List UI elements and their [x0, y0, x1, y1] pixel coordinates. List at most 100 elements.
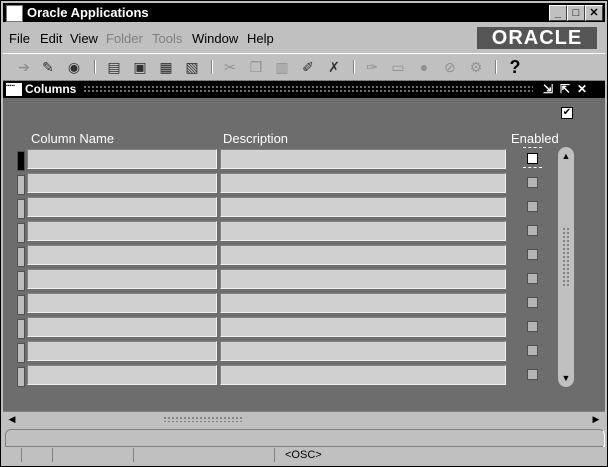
menu-file[interactable]: File	[9, 31, 30, 46]
print-preview-icon[interactable]: ▣	[131, 58, 149, 76]
form-icon: ▪▪▪▪▪	[6, 83, 22, 96]
scroll-right-icon[interactable]: ▶	[589, 412, 603, 426]
copy-icon[interactable]: ❐	[247, 58, 265, 76]
columns-form: ▪▪▪▪▪ Columns ⇲ ⇱ ✕ ✔ Column Name Descri…	[3, 81, 605, 411]
scroll-up-icon[interactable]: ▲	[558, 149, 574, 163]
form-minimize-icon[interactable]: ⇲	[541, 82, 555, 96]
enabled-checkbox[interactable]	[527, 177, 538, 188]
column-name-field[interactable]	[27, 221, 217, 241]
enabled-checkbox[interactable]	[527, 297, 538, 308]
status-segment	[5, 448, 22, 462]
description-field[interactable]	[220, 221, 506, 241]
description-field[interactable]	[220, 269, 506, 289]
column-name-field[interactable]	[27, 149, 217, 169]
new-icon[interactable]: ➔	[15, 58, 33, 76]
attachments-icon[interactable]: ⊘	[441, 58, 459, 76]
menu-folder[interactable]: Folder	[106, 31, 143, 46]
form-maximize-icon[interactable]: ⇱	[558, 82, 572, 96]
description-field[interactable]	[220, 293, 506, 313]
column-name-field[interactable]	[27, 293, 217, 313]
oracle-logo: ORACLE	[477, 27, 597, 49]
description-field[interactable]	[220, 173, 506, 193]
zoom-icon[interactable]: ▭	[389, 58, 407, 76]
column-name-field[interactable]	[27, 197, 217, 217]
record-indicator[interactable]	[17, 295, 25, 315]
scroll-grip[interactable]	[163, 416, 243, 422]
delete-record-icon[interactable]: ✗	[325, 58, 343, 76]
minimize-button[interactable]: _	[549, 5, 567, 21]
description-field[interactable]	[220, 149, 506, 169]
enabled-checkbox[interactable]	[527, 249, 538, 260]
record-indicator[interactable]	[17, 247, 25, 267]
close-button[interactable]: ✕	[585, 5, 603, 21]
toolbar: ➔ ✎ ◉ ▤ ▣ ▦ ▧ ✂ ❐ ▥ ✐ ✗ ✑ ▭ ● ⊘ ⚙ ?	[3, 53, 605, 81]
menu-tools[interactable]: Tools	[152, 31, 182, 46]
description-field[interactable]	[220, 197, 506, 217]
record-indicator[interactable]	[17, 367, 25, 387]
toolbar-separator	[211, 60, 213, 74]
help-icon[interactable]: ?	[506, 57, 524, 77]
enabled-checkbox[interactable]	[527, 369, 538, 380]
folder-tools-icon[interactable]: ⚙	[467, 58, 485, 76]
menu-bar: File Edit View Folder Tools Window Help …	[3, 25, 605, 51]
form-title-bar[interactable]: ▪▪▪▪▪ Columns ⇲ ⇱ ✕	[3, 81, 605, 98]
column-name-field[interactable]	[27, 245, 217, 265]
horizontal-scrollbar[interactable]: ◀ ▶	[3, 411, 605, 426]
select-all-checkbox[interactable]: ✔	[561, 107, 573, 119]
toolbar-separator	[495, 60, 497, 74]
record-indicator[interactable]	[17, 319, 25, 339]
cut-icon[interactable]: ✂	[221, 58, 239, 76]
enabled-checkbox[interactable]	[527, 225, 538, 236]
form-title: Columns	[25, 82, 77, 96]
description-field[interactable]	[220, 341, 506, 361]
navigator-icon[interactable]: ◉	[65, 58, 83, 76]
column-name-field[interactable]	[27, 341, 217, 361]
column-name-field[interactable]	[27, 269, 217, 289]
description-field[interactable]	[220, 317, 506, 337]
header-description: Description	[223, 131, 289, 146]
window-title: Oracle Applications	[27, 5, 149, 20]
oracle-app-icon[interactable]	[6, 5, 23, 22]
enabled-checkbox[interactable]	[527, 153, 538, 164]
enabled-checkbox[interactable]	[527, 321, 538, 332]
menu-help[interactable]: Help	[247, 31, 274, 46]
record-indicator[interactable]	[17, 223, 25, 243]
column-name-field[interactable]	[27, 173, 217, 193]
status-segment	[22, 448, 53, 462]
enabled-checkbox[interactable]	[527, 273, 538, 284]
maximize-button[interactable]: □	[567, 5, 585, 21]
record-indicator[interactable]	[17, 175, 25, 195]
column-name-field[interactable]	[27, 317, 217, 337]
description-field[interactable]	[220, 245, 506, 265]
menu-window[interactable]: Window	[192, 31, 238, 46]
print-icon[interactable]: ▦	[157, 58, 175, 76]
find-icon[interactable]: ✎	[39, 58, 57, 76]
form-close-icon[interactable]: ✕	[575, 82, 589, 96]
menu-view[interactable]: View	[70, 31, 98, 46]
scroll-grip[interactable]	[562, 227, 570, 287]
edit-field-icon[interactable]: ✑	[363, 58, 381, 76]
message-area	[5, 429, 605, 447]
column-name-field[interactable]	[27, 365, 217, 385]
record-indicator[interactable]	[17, 343, 25, 363]
status-mode-text: <OSC>	[285, 449, 322, 461]
record-indicator[interactable]	[17, 271, 25, 291]
enabled-checkbox[interactable]	[527, 345, 538, 356]
description-field[interactable]	[220, 365, 506, 385]
save-icon[interactable]: ▤	[105, 58, 123, 76]
status-segment	[134, 448, 275, 462]
record-indicator[interactable]	[17, 151, 25, 171]
status-segment	[53, 448, 134, 462]
record-indicator[interactable]	[17, 199, 25, 219]
new-record-icon[interactable]: ✐	[299, 58, 317, 76]
scroll-down-icon[interactable]: ▼	[558, 371, 574, 385]
title-bar[interactable]: Oracle Applications _ □ ✕	[3, 3, 605, 22]
close-form-icon[interactable]: ▧	[183, 58, 201, 76]
vertical-scrollbar[interactable]: ▲ ▼	[558, 147, 574, 387]
paste-icon[interactable]: ▥	[273, 58, 291, 76]
enabled-checkbox[interactable]	[527, 201, 538, 212]
translations-icon[interactable]: ●	[415, 58, 433, 76]
header-column-name: Column Name	[31, 131, 115, 146]
menu-edit[interactable]: Edit	[40, 31, 62, 46]
scroll-left-icon[interactable]: ◀	[5, 412, 19, 426]
